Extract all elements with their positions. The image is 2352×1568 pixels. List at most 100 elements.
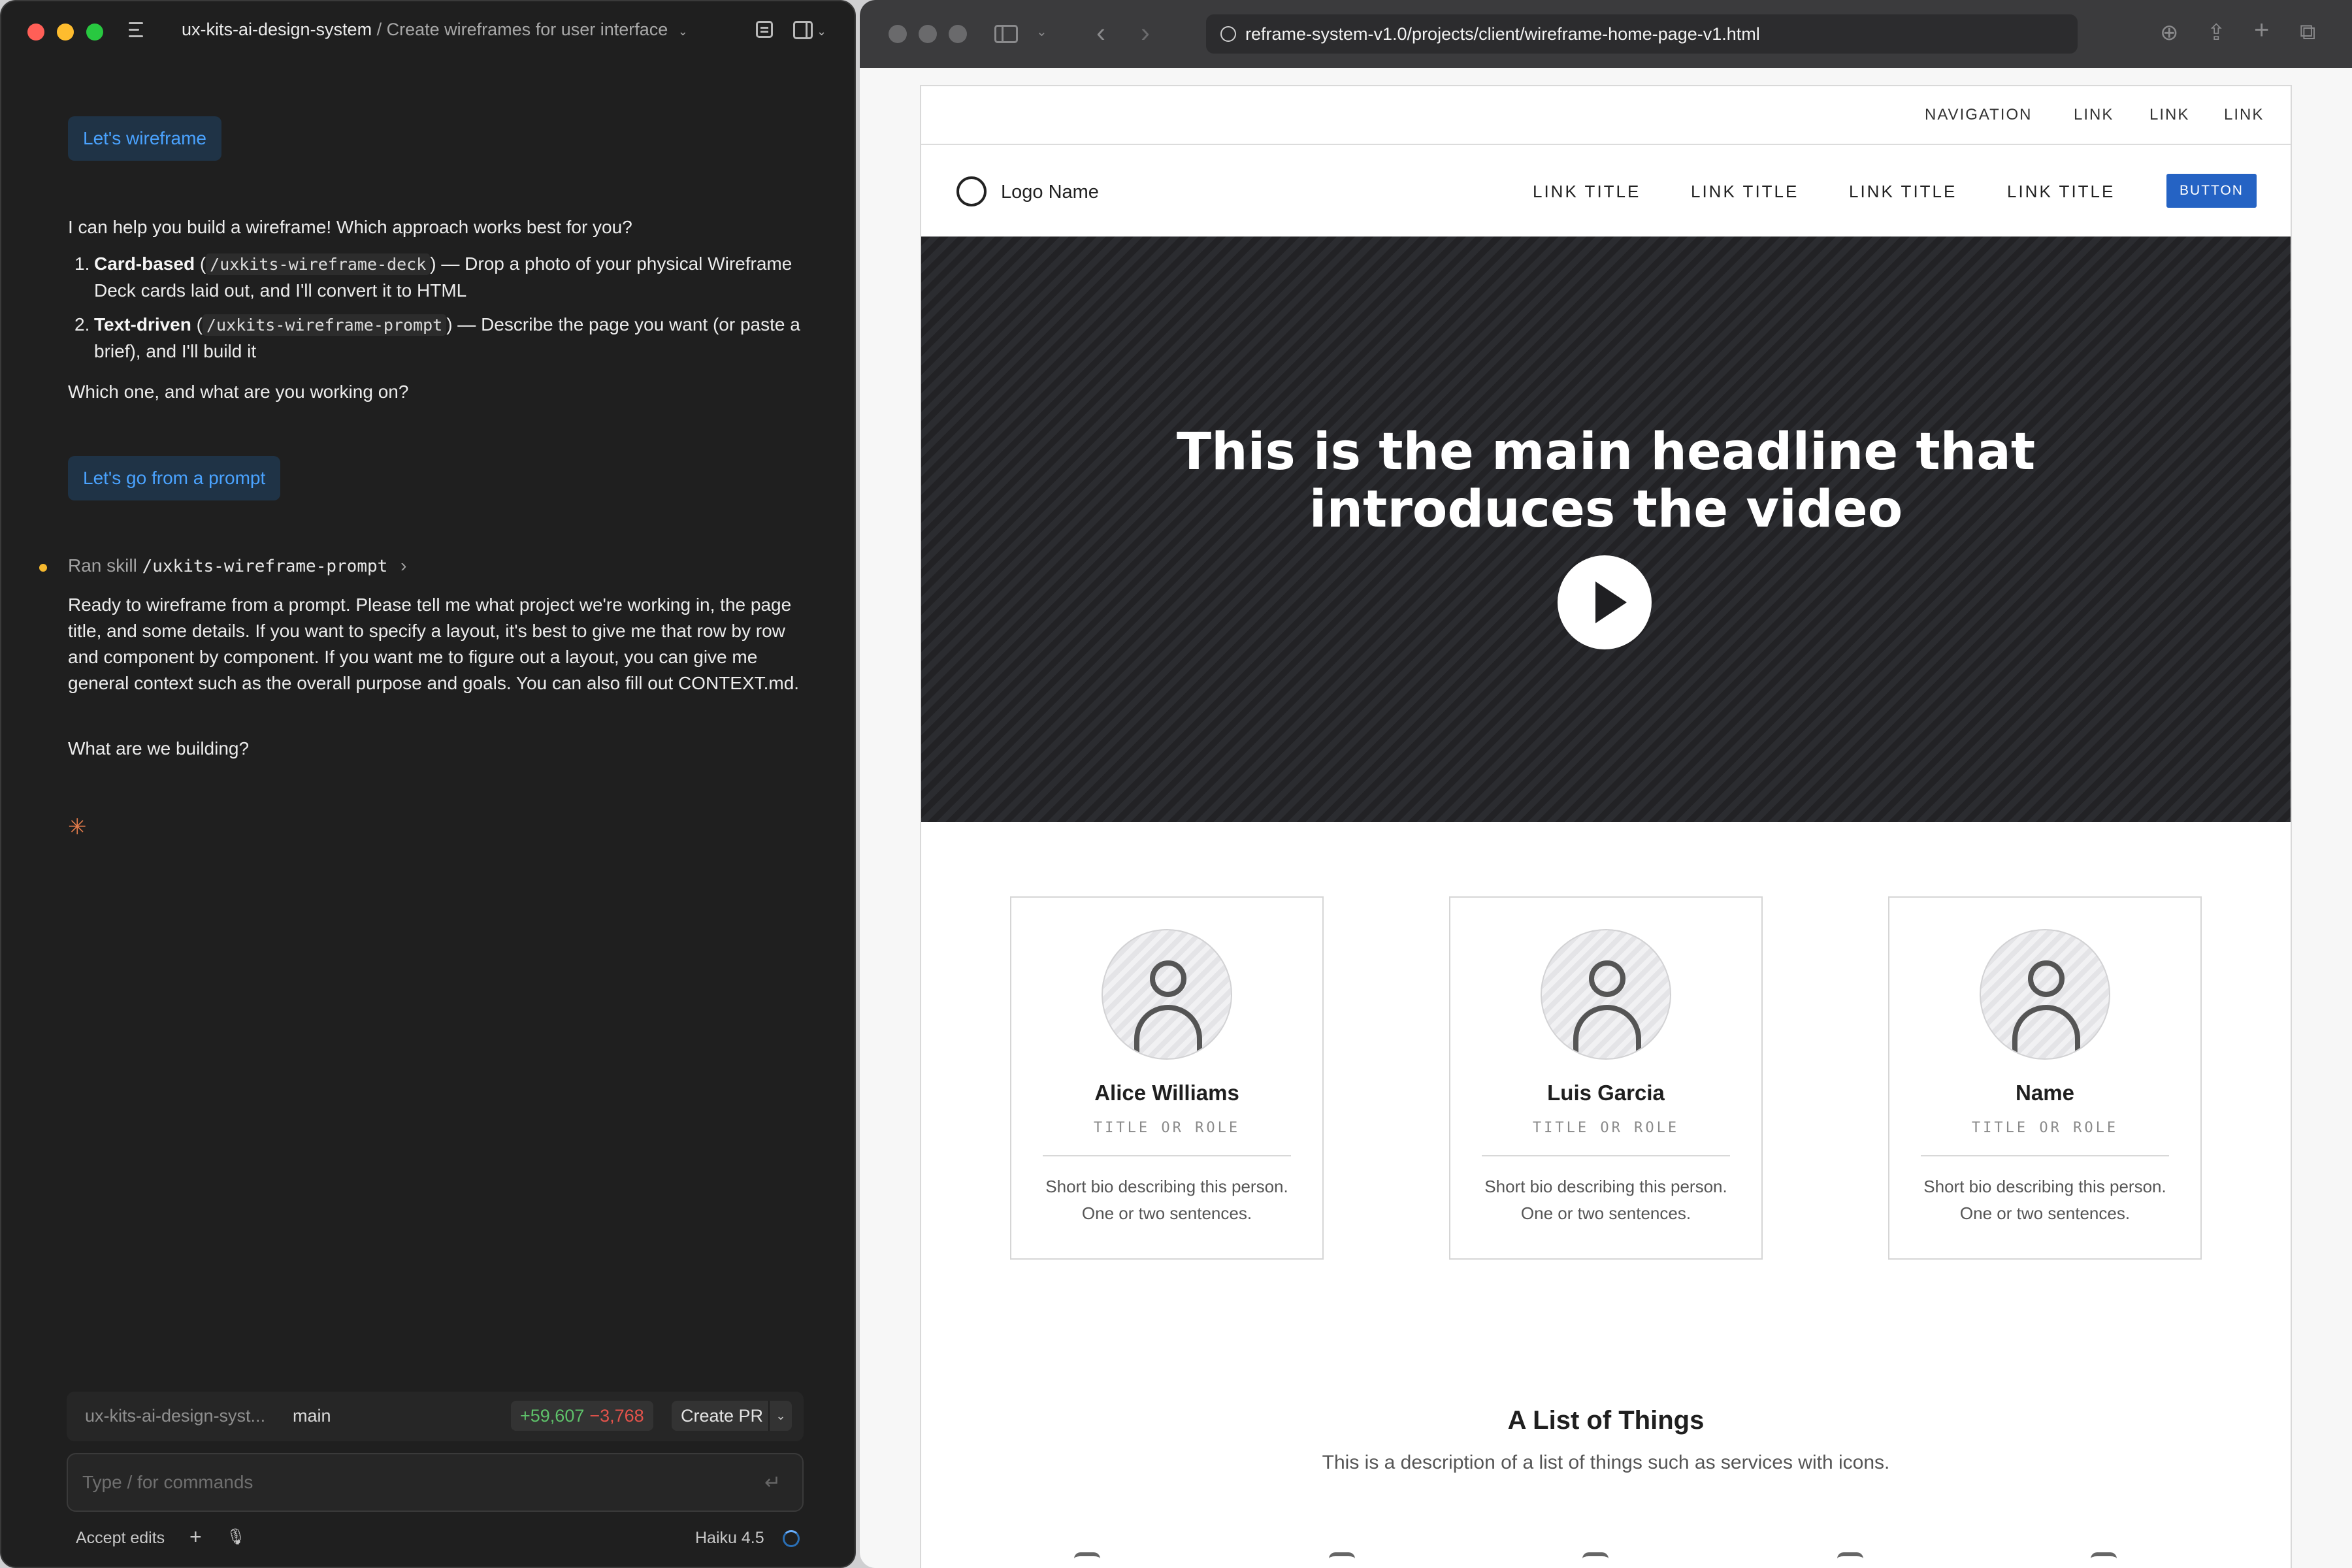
create-pr-button[interactable]: Create PR xyxy=(672,1401,773,1431)
branch-bar: ux-kits-ai-design-syst... main +59,607 −3… xyxy=(67,1392,804,1441)
logo-icon[interactable] xyxy=(956,176,987,206)
person-card: Luis Garcia TITLE OR ROLE Short bio desc… xyxy=(1449,896,1763,1260)
diff-stats[interactable]: +59,607 −3,768 xyxy=(511,1401,653,1431)
enter-icon[interactable]: ↵ xyxy=(764,1471,781,1494)
list-section-description: This is a description of a list of thing… xyxy=(1322,1452,1890,1473)
person-bio: Short bio describing this person. One or … xyxy=(1923,1177,2166,1223)
notes-icon[interactable] xyxy=(756,21,773,38)
hero-headline: This is the main headline that introduce… xyxy=(1176,423,2036,539)
utility-nav: NAVIGATION LINK LINK LINK xyxy=(921,86,2291,145)
panel-toggle-icon[interactable] xyxy=(793,21,813,39)
composer-footer: Accept edits + 🎙 Haiku 4.5 xyxy=(67,1525,804,1552)
nav-link[interactable]: LINK TITLE xyxy=(2007,182,2115,202)
service-icon xyxy=(2091,1552,2117,1568)
assistant-intro: I can help you build a wireframe! Which … xyxy=(68,217,632,237)
additions-count: +59,607 xyxy=(520,1406,585,1426)
service-icon xyxy=(1837,1552,1863,1568)
branch-name[interactable]: main xyxy=(293,1406,331,1426)
wireframe-page: NAVIGATION LINK LINK LINK Logo Name LINK… xyxy=(920,85,2292,1568)
chevron-down-icon[interactable]: ⌄ xyxy=(817,25,826,39)
person-card: Name TITLE OR ROLE Short bio describing … xyxy=(1888,896,2202,1260)
accept-edits-toggle[interactable]: Accept edits xyxy=(76,1529,165,1548)
options-list: 1. Card-based (/uxkits-wireframe-deck) —… xyxy=(68,251,806,372)
minimize-window-button[interactable] xyxy=(57,24,74,41)
utility-nav-item[interactable]: LINK xyxy=(2074,106,2114,124)
person-role: TITLE OR ROLE xyxy=(1093,1120,1241,1136)
chevron-down-icon: ⌄ xyxy=(678,25,688,38)
list-item: 1. Card-based (/uxkits-wireframe-deck) —… xyxy=(74,253,792,301)
url-text: reframe-system-v1.0/projects/client/wire… xyxy=(1245,24,1760,44)
person-name: Alice Williams xyxy=(1094,1081,1239,1105)
nav-cta-button[interactable]: BUTTON xyxy=(2166,174,2257,208)
conversation-title: Create wireframes for user interface xyxy=(386,20,668,39)
menu-icon[interactable] xyxy=(129,22,148,41)
chat-window: ux-kits-ai-design-system / Create wirefr… xyxy=(0,0,856,1568)
divider xyxy=(1043,1155,1291,1156)
close-window-button[interactable] xyxy=(27,24,44,41)
user-message: Let's go from a prompt xyxy=(68,456,281,500)
command-code: /uxkits-wireframe-deck xyxy=(206,253,431,275)
zoom-window-button[interactable] xyxy=(86,24,103,41)
avatar-placeholder-icon xyxy=(1541,929,1671,1060)
loading-spinner-icon xyxy=(783,1530,800,1547)
command-code: /uxkits-wireframe-prompt xyxy=(202,314,447,336)
list-section-title: A List of Things xyxy=(1507,1406,1705,1435)
new-tab-icon[interactable]: + xyxy=(2254,16,2269,45)
nav-link[interactable]: LINK TITLE xyxy=(1691,182,1799,202)
sidebar-toggle-icon[interactable] xyxy=(994,25,1018,43)
utility-nav-item[interactable]: LINK xyxy=(2149,106,2189,124)
service-icon xyxy=(1329,1552,1355,1568)
close-window-button[interactable] xyxy=(889,25,907,43)
main-nav: Logo Name LINK TITLE LINK TITLE LINK TIT… xyxy=(921,146,2291,237)
back-icon[interactable]: ‹ xyxy=(1096,17,1105,48)
logo-name[interactable]: Logo Name xyxy=(1001,182,1099,203)
thinking-icon: ✳ xyxy=(68,815,87,840)
person-card: Alice Williams TITLE OR ROLE Short bio d… xyxy=(1010,896,1324,1260)
chevron-down-icon[interactable]: ⌄ xyxy=(1036,24,1047,40)
add-icon[interactable]: + xyxy=(189,1525,202,1549)
chevron-down-icon[interactable]: ⌄ xyxy=(768,1401,792,1431)
utility-nav-item[interactable]: NAVIGATION xyxy=(1925,106,2032,124)
skill-run-row[interactable]: Ran skill /uxkits-wireframe-prompt › xyxy=(68,555,406,576)
utility-nav-item[interactable]: LINK xyxy=(2224,106,2264,124)
zoom-window-button[interactable] xyxy=(949,25,967,43)
nav-link[interactable]: LINK TITLE xyxy=(1533,182,1641,202)
skill-prefix: Ran skill xyxy=(68,555,137,576)
option-title: Text-driven xyxy=(94,314,191,335)
assistant-reply: Ready to wireframe from a prompt. Please… xyxy=(68,595,800,693)
service-icon xyxy=(1582,1552,1609,1568)
minimize-window-button[interactable] xyxy=(919,25,937,43)
service-icon xyxy=(1074,1552,1100,1568)
nav-link[interactable]: LINK TITLE xyxy=(1849,182,1957,202)
option-title: Card-based xyxy=(94,253,195,274)
microphone-icon[interactable]: 🎙 xyxy=(226,1527,246,1546)
breadcrumb[interactable]: ux-kits-ai-design-system / Create wirefr… xyxy=(182,20,688,40)
forward-icon[interactable]: › xyxy=(1141,17,1150,48)
share-icon[interactable]: ⇪ xyxy=(2207,20,2226,46)
avatar-placeholder-icon xyxy=(1980,929,2110,1060)
browser-window: ⌄ ‹ › reframe-system-v1.0/projects/clien… xyxy=(860,0,2352,1568)
avatar-placeholder-icon xyxy=(1102,929,1232,1060)
person-role: TITLE OR ROLE xyxy=(1532,1120,1680,1136)
person-role: TITLE OR ROLE xyxy=(1971,1120,2119,1136)
repo-name[interactable]: ux-kits-ai-design-syst... xyxy=(85,1406,265,1426)
assistant-followup: What are we building? xyxy=(68,738,250,759)
play-icon[interactable] xyxy=(1558,555,1652,649)
status-dot xyxy=(39,564,47,572)
model-selector[interactable]: Haiku 4.5 xyxy=(695,1529,764,1548)
tabs-overview-icon[interactable]: ⧉ xyxy=(2300,20,2315,45)
person-bio: Short bio describing this person. One or … xyxy=(1484,1177,1727,1223)
skill-command: /uxkits-wireframe-prompt xyxy=(142,557,388,576)
video-hero: This is the main headline that introduce… xyxy=(921,237,2291,822)
assistant-question: Which one, and what are you working on? xyxy=(68,382,409,402)
download-icon[interactable]: ⊕ xyxy=(2160,20,2179,46)
divider xyxy=(1921,1155,2169,1156)
command-input[interactable] xyxy=(67,1453,804,1512)
divider xyxy=(1482,1155,1730,1156)
list-item: 2. Text-driven (/uxkits-wireframe-prompt… xyxy=(74,314,800,361)
address-bar[interactable]: reframe-system-v1.0/projects/client/wire… xyxy=(1206,14,2078,54)
deletions-count: −3,768 xyxy=(589,1406,644,1426)
person-name: Luis Garcia xyxy=(1547,1081,1665,1105)
breadcrumb-separator: / xyxy=(376,20,382,39)
user-message: Let's wireframe xyxy=(68,116,221,161)
